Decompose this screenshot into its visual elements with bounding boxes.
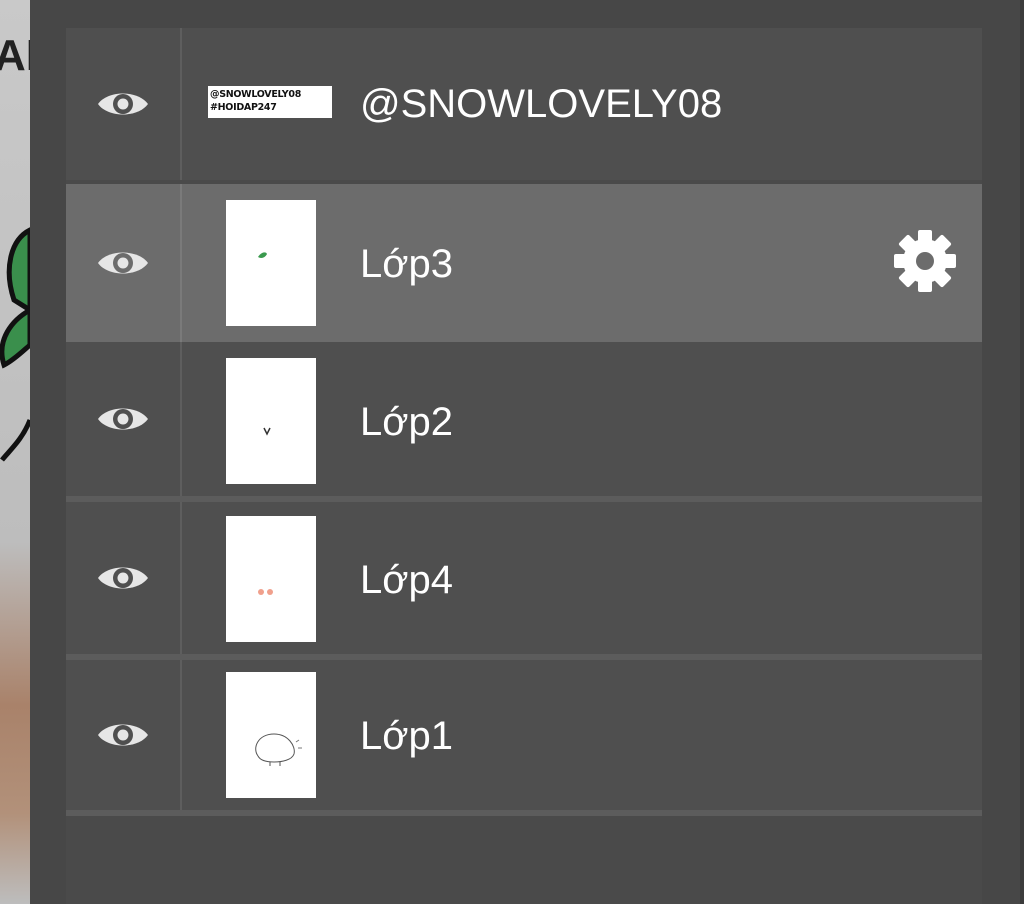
visibility-toggle[interactable] [66, 660, 180, 810]
layer-row-lop3[interactable]: Lớp3 [66, 184, 982, 342]
eye-icon[interactable] [96, 87, 150, 121]
column-divider [180, 28, 182, 180]
layer-name: @SNOWLOVELY08 [360, 82, 723, 126]
layer-name: Lớp1 [360, 714, 453, 758]
thumbnail-content [258, 589, 273, 595]
layer-name: Lớp3 [360, 242, 453, 286]
eye-icon[interactable] [96, 246, 150, 280]
layer-name: Lớp2 [360, 400, 453, 444]
row-separator [66, 810, 982, 816]
eye-icon[interactable] [96, 561, 150, 595]
thumbnail-content [255, 733, 302, 766]
visibility-toggle[interactable] [66, 342, 180, 496]
layer-thumbnail [226, 516, 316, 642]
layer-row-lop1[interactable]: Lớp1 [66, 660, 982, 810]
canvas-edge: AP [0, 0, 30, 904]
column-divider [180, 184, 182, 342]
eye-icon[interactable] [96, 718, 150, 752]
layer-row-lop4[interactable]: Lớp4 [66, 502, 982, 654]
layer-row-snowlovely[interactable]: @SNOWLOVELY08 #HOIDAP247 @SNOWLOVELY08 [66, 28, 982, 180]
visibility-toggle[interactable] [66, 502, 180, 654]
layer-name: Lớp4 [360, 558, 453, 602]
thumbnail-text-line-1: @SNOWLOVELY08 [210, 89, 301, 100]
visibility-toggle[interactable] [66, 184, 180, 342]
thumbnail-text-line-2: #HOIDAP247 [210, 102, 277, 113]
gear-icon[interactable] [892, 228, 958, 294]
layer-thumbnail: @SNOWLOVELY08 #HOIDAP247 [208, 86, 332, 118]
panel-edge [1020, 0, 1024, 904]
canvas-edge-text: AP [0, 31, 30, 80]
layer-thumbnail [226, 672, 316, 798]
canvas-artwork: AP [0, 31, 30, 462]
column-divider [180, 660, 182, 810]
thumbnail-content [258, 252, 267, 258]
visibility-toggle[interactable] [66, 28, 180, 180]
thumbnail-content [263, 427, 271, 436]
layer-row-lop2[interactable]: Lớp2 [66, 342, 982, 496]
column-divider [180, 342, 182, 496]
layer-thumbnail [226, 358, 316, 484]
layer-thumbnail [226, 200, 316, 326]
eye-icon[interactable] [96, 402, 150, 436]
column-divider [180, 502, 182, 654]
